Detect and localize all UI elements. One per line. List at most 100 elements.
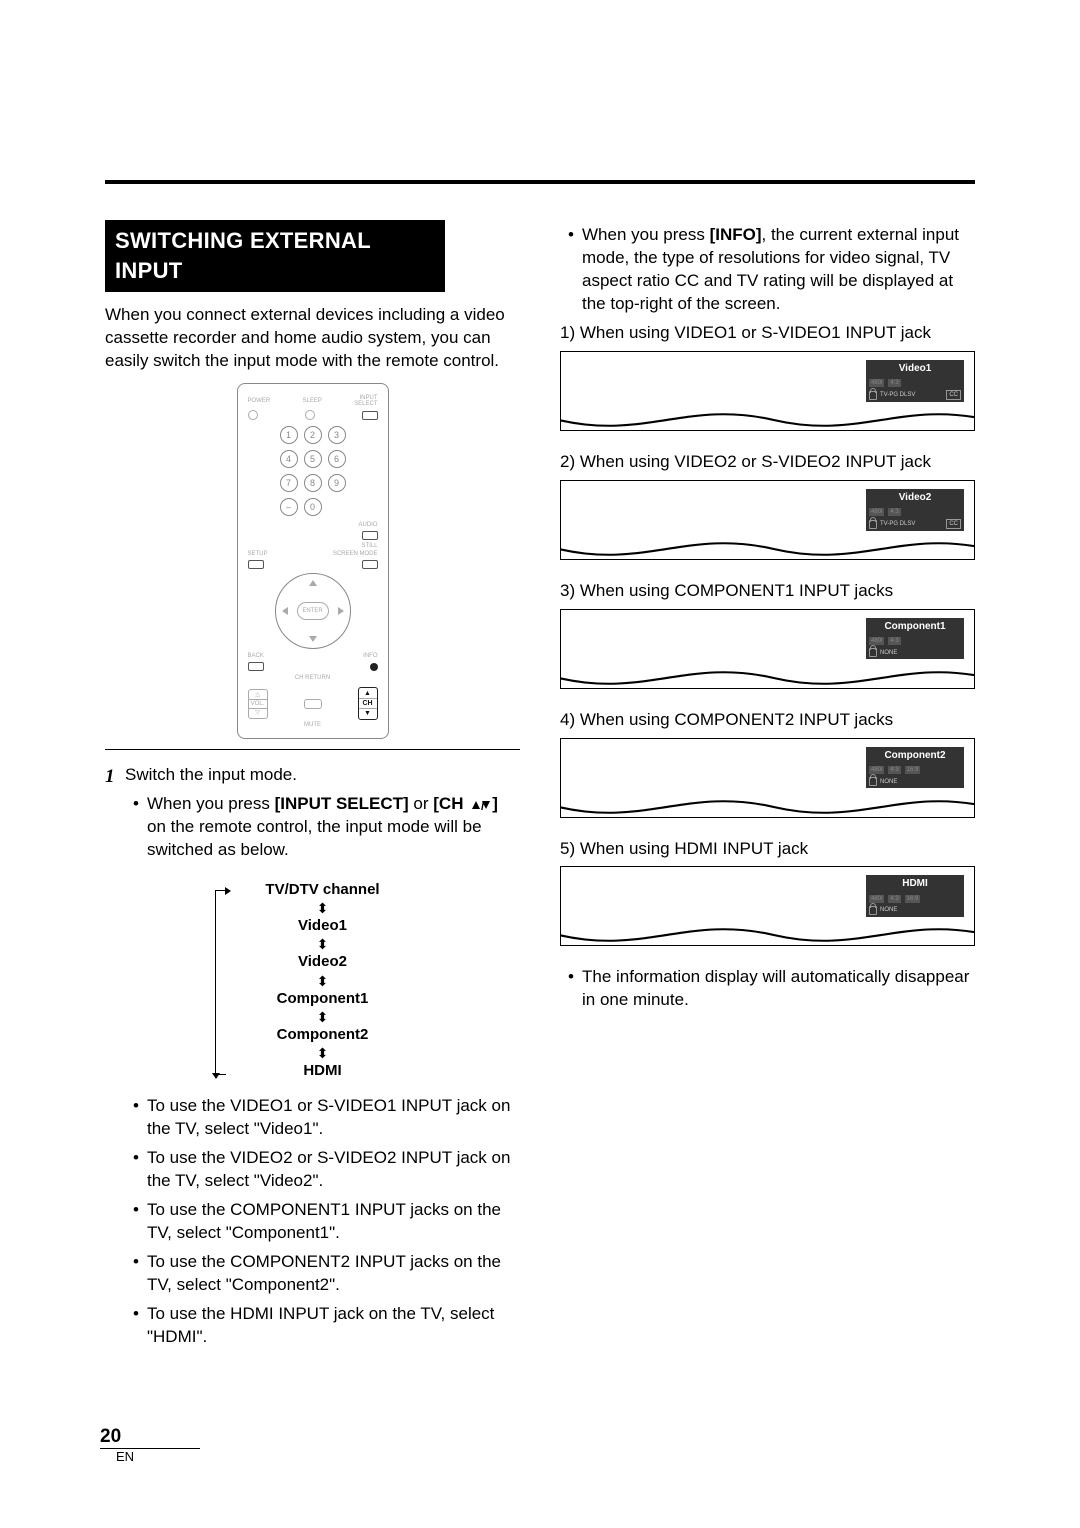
cycle-item: Component2 <box>223 1025 423 1045</box>
osd-input-label: Video1 <box>866 360 964 378</box>
tv-screen-illustration: Component1480i4:3NONE <box>560 609 975 689</box>
use-bullet: To use the VIDEO1 or S-VIDEO1 INPUT jack… <box>125 1095 520 1141</box>
torn-edge-icon <box>560 404 975 431</box>
remote-label-info: INFO <box>363 653 377 659</box>
cycle-item: HDMI <box>223 1061 423 1081</box>
tv-screen-illustration: Video1480i4:3TV-PG DLSVCC <box>560 351 975 431</box>
power-button-icon <box>248 410 258 420</box>
page-number: 20 <box>100 1426 125 1448</box>
num-8: 8 <box>304 474 322 492</box>
remote-label-select: SELECT <box>354 401 377 407</box>
num-9: 9 <box>328 474 346 492</box>
left-column: SWITCHING EXTERNAL INPUT When you connec… <box>105 220 520 1361</box>
section-title: SWITCHING EXTERNAL INPUT <box>105 220 445 292</box>
case-heading: 3) When using COMPONENT1 INPUT jacks <box>560 580 975 603</box>
up-down-arrow-icon: ⬍ <box>223 901 423 915</box>
num-6: 6 <box>328 450 346 468</box>
info-bullet: When you press [INFO], the current exter… <box>560 224 975 316</box>
top-rule <box>105 180 975 184</box>
osd-input-label: Component2 <box>866 747 964 765</box>
lock-icon <box>869 520 877 529</box>
vol-rocker-icon: △ VOL. ▽ <box>248 689 268 719</box>
osd-rating-row: NONE <box>866 776 964 788</box>
dpad-left-icon <box>282 607 288 615</box>
remote-label-mute: MUTE <box>304 722 321 728</box>
cycle-item: TV/DTV channel <box>223 880 423 900</box>
up-down-triangle-icon: / <box>468 799 492 811</box>
enter-button-label: ENTER <box>297 602 329 620</box>
up-down-arrow-icon: ⬍ <box>223 937 423 951</box>
num-3: 3 <box>328 426 346 444</box>
remote-label-still: STILL <box>361 543 377 549</box>
up-down-arrow-icon: ⬍ <box>223 1010 423 1024</box>
osd-overlay: Component1480i4:3NONE <box>866 618 964 660</box>
step-1: 1 Switch the input mode. When you press … <box>105 764 520 1355</box>
osd-rating-row: TV-PG DLSVCC <box>866 518 964 531</box>
osd-rating-row: NONE <box>866 905 964 917</box>
dpad-right-icon <box>338 607 344 615</box>
cycle-item: Component1 <box>223 989 423 1009</box>
setup-button-icon <box>248 560 264 569</box>
num-2: 2 <box>304 426 322 444</box>
remote-label-setup: SETUP <box>248 551 268 557</box>
two-column-layout: SWITCHING EXTERNAL INPUT When you connec… <box>105 220 975 1361</box>
num-0: 0 <box>304 498 322 516</box>
case-heading: 5) When using HDMI INPUT jack <box>560 838 975 861</box>
back-button-icon <box>248 662 264 671</box>
remote-label-screen: SCREEN MODE <box>333 551 378 557</box>
osd-resolution-row: 480i4:316:9 <box>866 893 964 905</box>
remote-label-power: POWER <box>248 398 271 404</box>
page-footer: 20 EN <box>80 1429 200 1464</box>
tv-screen-illustration: HDMI480i4:316:9NONE <box>560 866 975 946</box>
lock-icon <box>869 906 877 915</box>
step-number: 1 <box>105 764 125 790</box>
use-bullet: To use the HDMI INPUT jack on the TV, se… <box>125 1303 520 1349</box>
osd-overlay: HDMI480i4:316:9NONE <box>866 875 964 917</box>
up-down-arrow-icon: ⬍ <box>223 1046 423 1060</box>
dpad-up-icon <box>309 580 317 586</box>
torn-edge-icon <box>560 919 975 946</box>
num-1: 1 <box>280 426 298 444</box>
case-heading: 4) When using COMPONENT2 INPUT jacks <box>560 709 975 732</box>
cases-container: 1) When using VIDEO1 or S-VIDEO1 INPUT j… <box>560 322 975 947</box>
osd-input-label: Component1 <box>866 618 964 636</box>
osd-resolution-row: 480i4:3 <box>866 635 964 647</box>
input-select-button-icon <box>362 411 378 420</box>
use-bullet: To use the COMPONENT1 INPUT jacks on the… <box>125 1199 520 1245</box>
osd-overlay: Component2480i4:316:9NONE <box>866 747 964 789</box>
auto-hide-note: The information display will automatical… <box>560 966 975 1012</box>
step-1-title: Switch the input mode. <box>125 764 520 787</box>
tv-screen-illustration: Component2480i4:316:9NONE <box>560 738 975 818</box>
remote-label-chreturn: CH RETURN <box>248 675 378 681</box>
up-down-arrow-icon: ⬍ <box>223 974 423 988</box>
osd-resolution-row: 480i4:3 <box>866 377 964 389</box>
remote-label-audio: AUDIO <box>358 522 377 528</box>
intro-paragraph: When you connect external devices includ… <box>105 304 520 373</box>
cycle-loop-arrow-icon <box>215 890 226 1076</box>
torn-edge-icon <box>560 662 975 689</box>
tv-screen-illustration: Video2480i4:3TV-PG DLSVCC <box>560 480 975 560</box>
osd-input-label: HDMI <box>866 875 964 893</box>
osd-overlay: Video2480i4:3TV-PG DLSVCC <box>866 489 964 532</box>
screen-button-icon <box>362 560 378 569</box>
num-7: 7 <box>280 474 298 492</box>
dpad-down-icon <box>309 636 317 642</box>
num-4: 4 <box>280 450 298 468</box>
lock-icon <box>869 777 877 786</box>
info-button-icon <box>370 663 378 671</box>
cycle-item: Video2 <box>223 952 423 972</box>
use-bullet: To use the VIDEO2 or S-VIDEO2 INPUT jack… <box>125 1147 520 1193</box>
osd-rating-row: TV-PG DLSVCC <box>866 389 964 402</box>
lock-icon <box>869 648 877 657</box>
number-pad: 1 2 3 4 5 6 7 8 9 – 0 <box>248 426 378 516</box>
remote-label-back: BACK <box>248 653 264 659</box>
use-bullet: To use the COMPONENT2 INPUT jacks on the… <box>125 1251 520 1297</box>
ch-rocker-icon: ▲ CH ▼ <box>358 687 378 720</box>
torn-edge-icon <box>560 533 975 560</box>
torn-edge-icon <box>560 791 975 818</box>
mute-button-icon <box>304 699 322 709</box>
num-5: 5 <box>304 450 322 468</box>
remote-illustration: POWER SLEEP INPUT SELECT 1 <box>105 383 520 739</box>
divider <box>105 749 520 750</box>
right-column: When you press [INFO], the current exter… <box>560 220 975 1361</box>
